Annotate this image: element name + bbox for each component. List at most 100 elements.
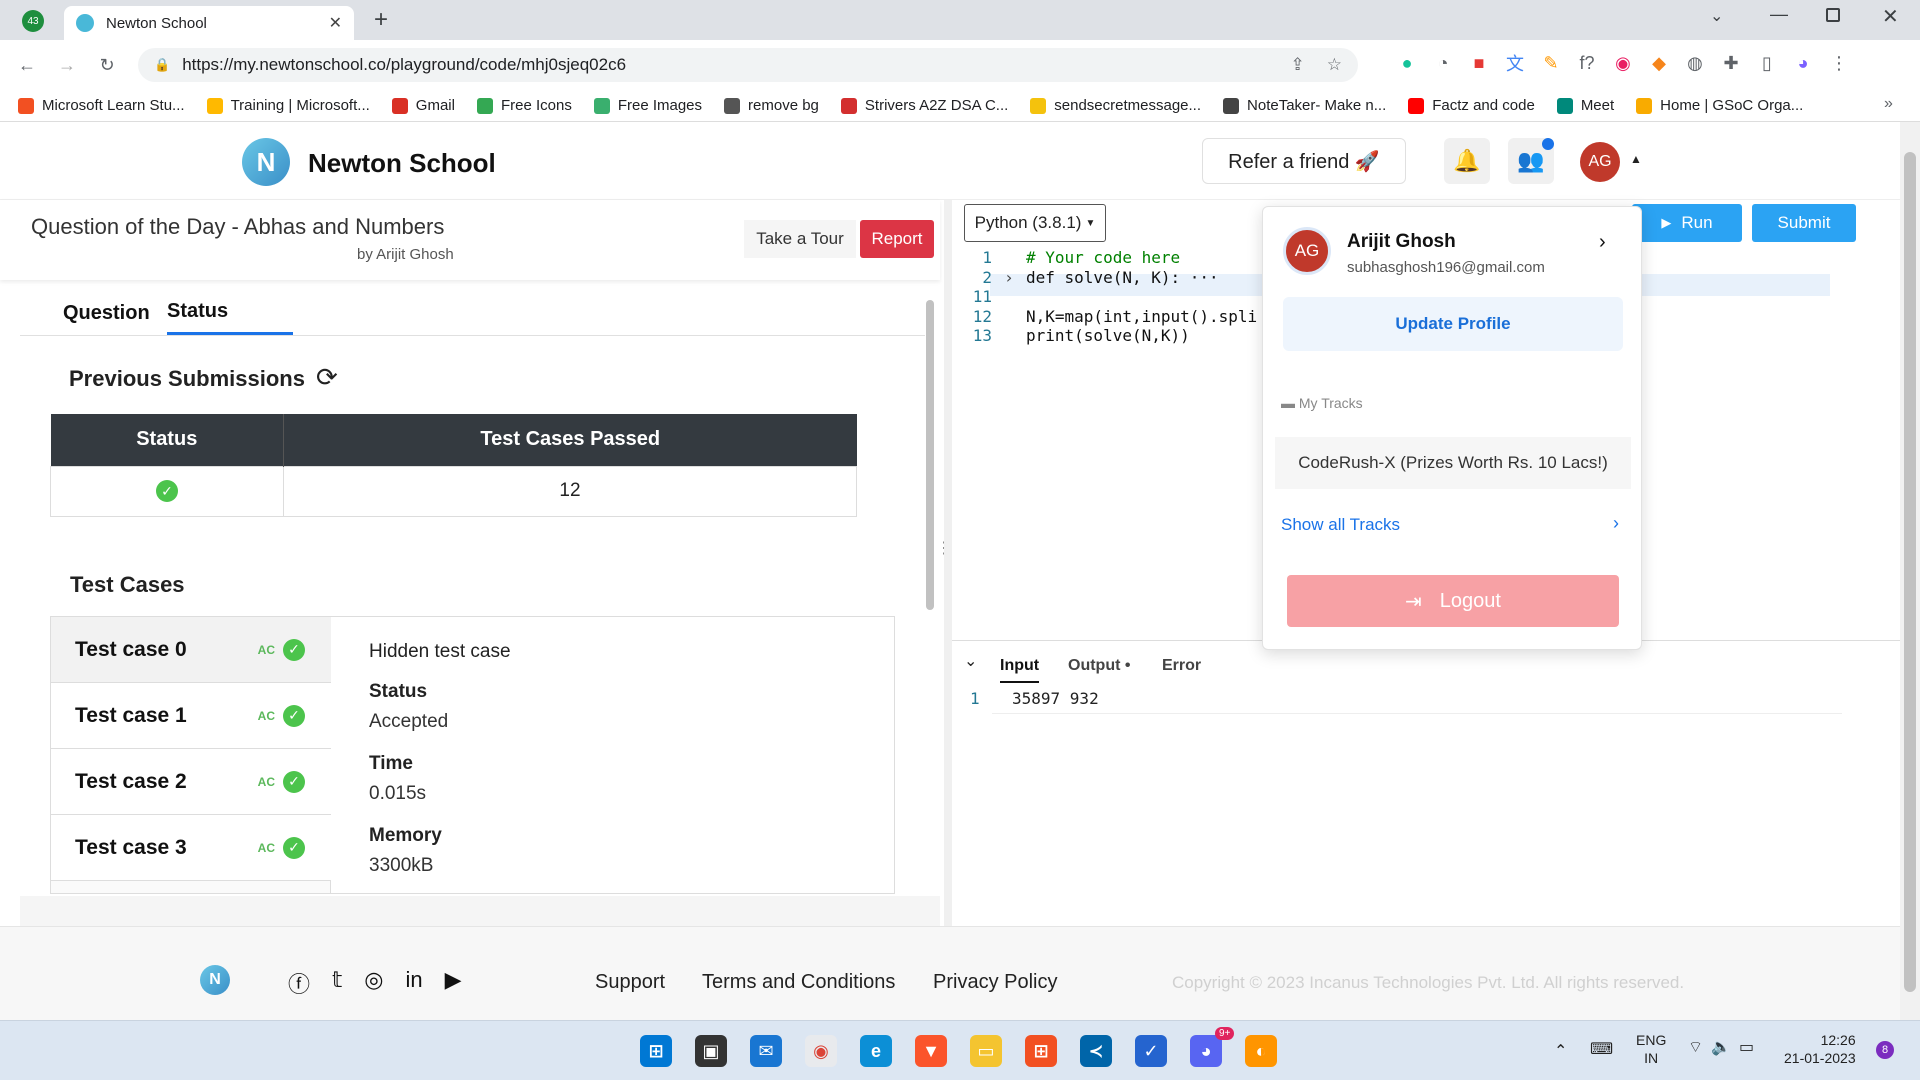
- test-case-row[interactable]: Test case 3 AC ✓: [51, 815, 331, 881]
- metamask-icon[interactable]: ◆: [1648, 52, 1670, 74]
- input-text[interactable]: 35897 932: [1012, 689, 1099, 708]
- grammarly-icon[interactable]: ●: [1396, 52, 1418, 74]
- color-picker-icon[interactable]: ✎: [1540, 52, 1562, 74]
- avatar-caret-icon[interactable]: ▲: [1630, 152, 1642, 166]
- bookmark-item[interactable]: sendsecretmessage...: [1030, 97, 1201, 114]
- edge-icon[interactable]: e: [860, 1035, 892, 1067]
- task-view-icon[interactable]: ▣: [695, 1035, 727, 1067]
- speed-icon[interactable]: ◔: [1432, 52, 1454, 74]
- puzzle-icon[interactable]: ✚: [1720, 52, 1742, 74]
- browser-tab[interactable]: Newton School ✕: [64, 6, 354, 40]
- splitter-handle-icon[interactable]: ⋮: [936, 541, 952, 574]
- io-tab-input[interactable]: Input: [1000, 657, 1040, 683]
- notification-count[interactable]: 8: [1876, 1041, 1894, 1059]
- bookmark-item[interactable]: Training | Microsoft...: [206, 97, 370, 114]
- newton-logo-icon[interactable]: N: [242, 138, 290, 186]
- restore-button[interactable]: [1826, 8, 1840, 22]
- left-scrollbar[interactable]: [926, 300, 934, 610]
- bookmark-item[interactable]: Free Images: [593, 97, 702, 114]
- system-tray[interactable]: ⌔ 🔈 ▭: [1688, 1037, 1754, 1057]
- test-case-row[interactable]: Test case 1 AC ✓: [51, 683, 331, 749]
- windows-start-icon[interactable]: ⊞: [640, 1035, 672, 1067]
- address-bar[interactable]: 🔒 https://my.newtonschool.co/playground/…: [138, 48, 1358, 82]
- vscode-icon[interactable]: ≺: [1080, 1035, 1112, 1067]
- bookmark-item[interactable]: Meet: [1556, 97, 1614, 114]
- test-case-row[interactable]: Test case 0 AC ✓: [51, 617, 331, 683]
- share-icon[interactable]: ⇪: [1291, 55, 1305, 75]
- menu-kebab-icon[interactable]: ⋮: [1828, 52, 1850, 74]
- file-explorer-icon[interactable]: ▭: [970, 1035, 1002, 1067]
- track-item[interactable]: CodeRush-X (Prizes Worth Rs. 10 Lacs!): [1275, 437, 1631, 489]
- twitter-icon[interactable]: 𝕥: [332, 967, 342, 999]
- brand-name[interactable]: Newton School: [308, 148, 496, 179]
- bookmark-item[interactable]: NoteTaker- Make n...: [1223, 97, 1386, 114]
- mouse-icon[interactable]: ◍: [1684, 52, 1706, 74]
- bookmark-item[interactable]: Home | GSoC Orga...: [1636, 97, 1803, 114]
- discord-icon[interactable]: ◕: [1190, 1035, 1222, 1067]
- facebook-icon[interactable]: ⓕ: [288, 967, 310, 999]
- extension-pink-icon[interactable]: ◉: [1612, 52, 1634, 74]
- app-orange-icon[interactable]: ◐: [1245, 1035, 1277, 1067]
- more-bookmarks-icon[interactable]: »: [1884, 95, 1893, 113]
- refer-friend-button[interactable]: Refer a friend 🚀: [1202, 138, 1406, 184]
- chrome-icon[interactable]: ◉: [805, 1035, 837, 1067]
- forward-icon[interactable]: →: [56, 54, 78, 76]
- sidepanel-icon[interactable]: ▯: [1756, 52, 1778, 74]
- new-tab-button[interactable]: +: [374, 6, 388, 34]
- reload-icon[interactable]: ↻: [96, 54, 118, 76]
- page-scrollbar-thumb[interactable]: [1904, 152, 1916, 992]
- bookmark-item[interactable]: Gmail: [391, 97, 455, 114]
- submit-button[interactable]: Submit: [1752, 204, 1856, 242]
- avatar[interactable]: AG: [1580, 142, 1620, 182]
- collapse-chevron-icon[interactable]: ⌄: [964, 651, 977, 671]
- instagram-icon[interactable]: ◎: [364, 967, 383, 999]
- tray-chevron-icon[interactable]: ⌃: [1554, 1041, 1567, 1061]
- show-all-chevron-icon[interactable]: ›: [1613, 513, 1619, 534]
- language-indicator[interactable]: ENG IN: [1636, 1031, 1666, 1067]
- io-tab-output[interactable]: Output •: [1068, 657, 1130, 675]
- footer-logo-icon[interactable]: N: [200, 965, 230, 995]
- formula-icon[interactable]: f?: [1576, 52, 1598, 74]
- table-row[interactable]: ✓ 12: [50, 466, 857, 516]
- tab-question[interactable]: Question: [63, 302, 150, 325]
- tab-search-chevron-icon[interactable]: ⌄: [1710, 6, 1723, 26]
- bookmark-item[interactable]: Microsoft Learn Stu...: [18, 97, 185, 114]
- microsoft-store-icon[interactable]: ⊞: [1025, 1035, 1057, 1067]
- refresh-icon[interactable]: ⟳: [316, 362, 338, 393]
- bookmark-item[interactable]: Factz and code: [1408, 97, 1535, 114]
- logout-button[interactable]: ⇥ Logout: [1287, 575, 1619, 627]
- footer-terms-link[interactable]: Terms and Conditions: [702, 971, 895, 994]
- tab-close-icon[interactable]: ✕: [329, 13, 342, 33]
- panel-splitter[interactable]: [944, 200, 952, 926]
- footer-support-link[interactable]: Support: [595, 971, 665, 994]
- keyboard-icon[interactable]: ⌨: [1590, 1039, 1613, 1059]
- test-case-row[interactable]: Test case 2 AC ✓: [51, 749, 331, 815]
- take-tour-button[interactable]: Take a Tour: [744, 220, 856, 258]
- clock[interactable]: 12:26 21-01-2023: [1784, 1031, 1856, 1067]
- minimize-button[interactable]: —: [1770, 4, 1788, 25]
- footer-privacy-link[interactable]: Privacy Policy: [933, 971, 1057, 994]
- fold-chevron-icon[interactable]: ›: [992, 268, 1026, 287]
- linkedin-icon[interactable]: in: [405, 967, 422, 999]
- update-profile-button[interactable]: Update Profile: [1283, 297, 1623, 351]
- tab-group-badge[interactable]: 43: [22, 10, 44, 32]
- star-icon[interactable]: ☆: [1327, 55, 1342, 75]
- io-tab-error[interactable]: Error: [1162, 657, 1201, 675]
- extension-red-icon[interactable]: ■: [1468, 52, 1490, 74]
- page-scrollbar-track[interactable]: [1900, 122, 1920, 1020]
- menu-user-name[interactable]: Arijit Ghosh: [1347, 231, 1456, 253]
- brave-icon[interactable]: ▼: [915, 1035, 947, 1067]
- show-all-tracks-link[interactable]: Show all Tracks: [1281, 515, 1400, 535]
- close-window-button[interactable]: ✕: [1882, 4, 1899, 29]
- profile-icon[interactable]: ◕: [1792, 52, 1814, 74]
- report-button[interactable]: Report: [860, 220, 934, 258]
- bookmark-item[interactable]: Free Icons: [476, 97, 572, 114]
- translate-icon[interactable]: 文: [1504, 52, 1526, 74]
- run-button[interactable]: ▶ Run: [1632, 204, 1742, 242]
- mail-icon[interactable]: ✉: [750, 1035, 782, 1067]
- todo-icon[interactable]: ✓: [1135, 1035, 1167, 1067]
- tab-status[interactable]: Status: [167, 300, 228, 323]
- youtube-icon[interactable]: ▶: [445, 967, 462, 999]
- chevron-right-icon[interactable]: ›: [1599, 231, 1606, 254]
- bookmark-item[interactable]: Strivers A2Z DSA C...: [840, 97, 1008, 114]
